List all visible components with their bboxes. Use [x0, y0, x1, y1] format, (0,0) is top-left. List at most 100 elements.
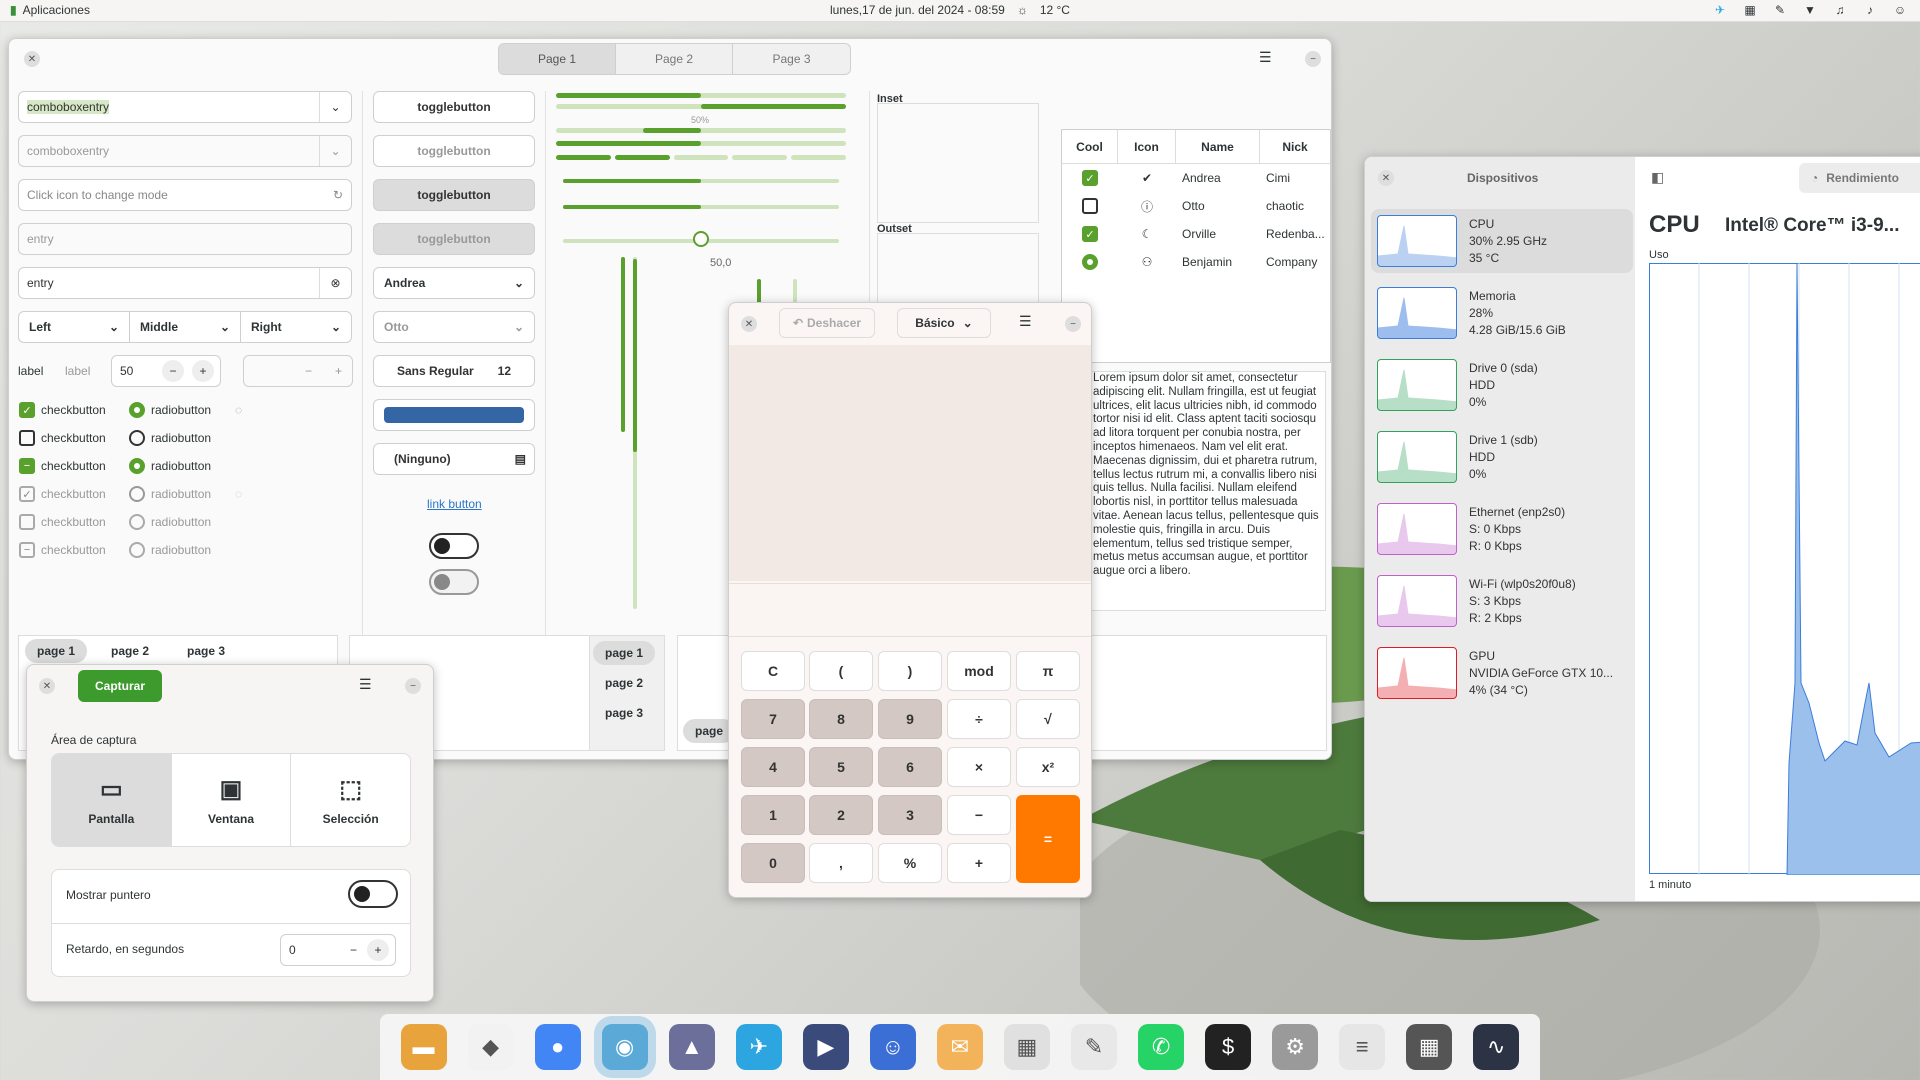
wifi-tray-icon[interactable]: ▼: [1802, 2, 1818, 18]
vscale-2[interactable]: [633, 257, 637, 609]
key-5[interactable]: 5: [809, 747, 873, 787]
key-3[interactable]: 3: [878, 795, 942, 835]
user-tray-icon[interactable]: ☺: [1892, 2, 1908, 18]
page-tab-3[interactable]: page 3: [593, 701, 655, 725]
tab-page-2[interactable]: Page 2: [616, 44, 733, 74]
radiobutton-3[interactable]: radiobutton: [129, 457, 211, 475]
scale-knob[interactable]: [693, 231, 709, 247]
key-square[interactable]: x²: [1016, 747, 1080, 787]
close-icon[interactable]: ✕: [741, 316, 757, 332]
mode-selector[interactable]: Básico ⌄: [897, 308, 991, 338]
check-icon[interactable]: ✓: [1082, 170, 1098, 186]
telegram-icon[interactable]: ✈: [735, 1024, 782, 1070]
switch-off[interactable]: [429, 533, 479, 559]
radio-icon[interactable]: [1082, 254, 1098, 270]
tweaks-icon[interactable]: ≡: [1339, 1024, 1386, 1070]
mode-window[interactable]: ▣ Ventana: [170, 754, 291, 846]
image-viewer-icon[interactable]: ▲: [668, 1024, 715, 1070]
minimize-icon[interactable]: −: [1065, 316, 1081, 332]
terminal-icon[interactable]: $: [1205, 1024, 1252, 1070]
sidebar-toggle-icon[interactable]: ◧: [1651, 169, 1664, 186]
spin-button[interactable]: 50− +: [111, 355, 221, 387]
key-close-paren[interactable]: ): [878, 651, 942, 691]
table-row[interactable]: ✓ ☾ Orville Redenba...: [1062, 220, 1330, 248]
key-plus[interactable]: +: [947, 843, 1011, 883]
minus-icon[interactable]: −: [162, 360, 184, 382]
close-icon[interactable]: ✕: [39, 678, 55, 694]
key-equals[interactable]: =: [1016, 795, 1080, 883]
contacts-icon[interactable]: ☺: [869, 1024, 916, 1070]
radiobutton-2[interactable]: radiobutton: [129, 429, 211, 447]
column-icon[interactable]: Icon: [1118, 130, 1176, 163]
files-icon[interactable]: ▬: [400, 1024, 447, 1070]
store-icon[interactable]: ◆: [467, 1024, 514, 1070]
tree-view[interactable]: Cool Icon Name Nick ✓ ✔ Andrea Cimi ⓘ Otto ch…: [1061, 129, 1331, 363]
calculator-icon[interactable]: ▦: [1406, 1024, 1453, 1070]
mode-selection[interactable]: ⬚ Selección: [290, 754, 410, 846]
clock[interactable]: lunes,17 de jun. del 2024 - 08:59 ☼ 12 °C: [830, 3, 1070, 17]
refresh-icon[interactable]: ↻: [333, 188, 343, 202]
chevron-down-icon[interactable]: ⌄: [319, 92, 351, 122]
camera-icon[interactable]: ◉: [601, 1024, 648, 1070]
menu-icon[interactable]: ☰: [1259, 49, 1272, 66]
entry-clear[interactable]: entry ⊗: [18, 267, 352, 299]
page-tab-2[interactable]: page 2: [99, 639, 161, 663]
clear-icon[interactable]: ⊗: [319, 268, 351, 298]
applications-menu[interactable]: ▮ Aplicaciones: [10, 3, 90, 17]
key-8[interactable]: 8: [809, 699, 873, 739]
device-item-0[interactable]: CPU 30% 2.95 GHz 35 °C: [1371, 209, 1633, 273]
tab-page-1[interactable]: Page 1: [499, 44, 616, 74]
music-tray-icon[interactable]: ♪: [1862, 2, 1878, 18]
minimize-icon[interactable]: −: [405, 678, 421, 694]
device-item-2[interactable]: Drive 0 (sda) HDD 0%: [1371, 353, 1633, 417]
text-editor-icon[interactable]: ✎: [1070, 1024, 1117, 1070]
mode-entry[interactable]: Click icon to change mode ↻: [18, 179, 352, 211]
key-multiply[interactable]: ×: [947, 747, 1011, 787]
column-nick[interactable]: Nick: [1260, 130, 1330, 163]
align-middle[interactable]: Middle ⌄: [129, 311, 241, 343]
page-tab-3[interactable]: page 3: [175, 639, 237, 663]
checkbutton-2[interactable]: checkbutton: [19, 429, 106, 447]
plus-icon[interactable]: +: [367, 939, 389, 961]
radiobutton-1[interactable]: radiobutton: [129, 401, 211, 419]
key-1[interactable]: 1: [741, 795, 805, 835]
tab-page-3[interactable]: Page 3: [733, 44, 850, 74]
togglebutton-3[interactable]: togglebutton: [373, 179, 535, 211]
minimize-icon[interactable]: −: [1305, 51, 1321, 67]
device-item-3[interactable]: Drive 1 (sdb) HDD 0%: [1371, 425, 1633, 489]
close-icon[interactable]: ✕: [24, 51, 40, 67]
settings-icon[interactable]: ⚙: [1272, 1024, 1319, 1070]
key-7[interactable]: 7: [741, 699, 805, 739]
text-view[interactable]: Lorem ipsum dolor sit amet, consectetur …: [1086, 371, 1326, 611]
device-item-1[interactable]: Memoria 28% 4.28 GiB/15.6 GiB: [1371, 281, 1633, 345]
system-monitor-icon[interactable]: ∿: [1473, 1024, 1520, 1070]
minus-icon[interactable]: −: [350, 943, 357, 957]
column-name[interactable]: Name: [1176, 130, 1260, 163]
key-4[interactable]: 4: [741, 747, 805, 787]
key-clear[interactable]: C: [741, 651, 805, 691]
capture-button[interactable]: Capturar: [78, 670, 162, 702]
align-left[interactable]: Left ⌄: [18, 311, 130, 343]
key-divide[interactable]: ÷: [947, 699, 1011, 739]
telegram-tray-icon[interactable]: ✈: [1712, 2, 1728, 18]
page-tab-2[interactable]: page 2: [593, 671, 655, 695]
calc-entry[interactable]: [729, 583, 1091, 637]
device-item-5[interactable]: Wi-Fi (wlp0s20f0u8) S: 3 Kbps R: 2 Kbps: [1371, 569, 1633, 633]
key-9[interactable]: 9: [878, 699, 942, 739]
align-right[interactable]: Right ⌄: [240, 311, 352, 343]
menu-icon[interactable]: ☰: [359, 676, 372, 693]
pen-tray-icon[interactable]: ✎: [1772, 2, 1788, 18]
device-item-4[interactable]: Ethernet (enp2s0) S: 0 Kbps R: 0 Kbps: [1371, 497, 1633, 561]
checkbox[interactable]: [1082, 198, 1098, 214]
checkbutton-1[interactable]: ✓ checkbutton: [19, 401, 106, 419]
performance-button[interactable]: ◔ Rendimiento: [1799, 163, 1920, 193]
column-cool[interactable]: Cool: [1062, 130, 1118, 163]
plus-icon[interactable]: +: [192, 360, 214, 382]
device-item-6[interactable]: GPU NVIDIA GeForce GTX 10... 4% (34 °C): [1371, 641, 1633, 705]
calendar-icon[interactable]: ▦: [1003, 1024, 1050, 1070]
page-tab-1[interactable]: page 1: [25, 639, 88, 663]
page-tab-1[interactable]: page 1: [593, 641, 656, 665]
key-decimal[interactable]: ,: [809, 843, 873, 883]
file-chooser-button[interactable]: (Ninguno) ▤: [373, 443, 535, 475]
scale-1[interactable]: [563, 179, 839, 183]
